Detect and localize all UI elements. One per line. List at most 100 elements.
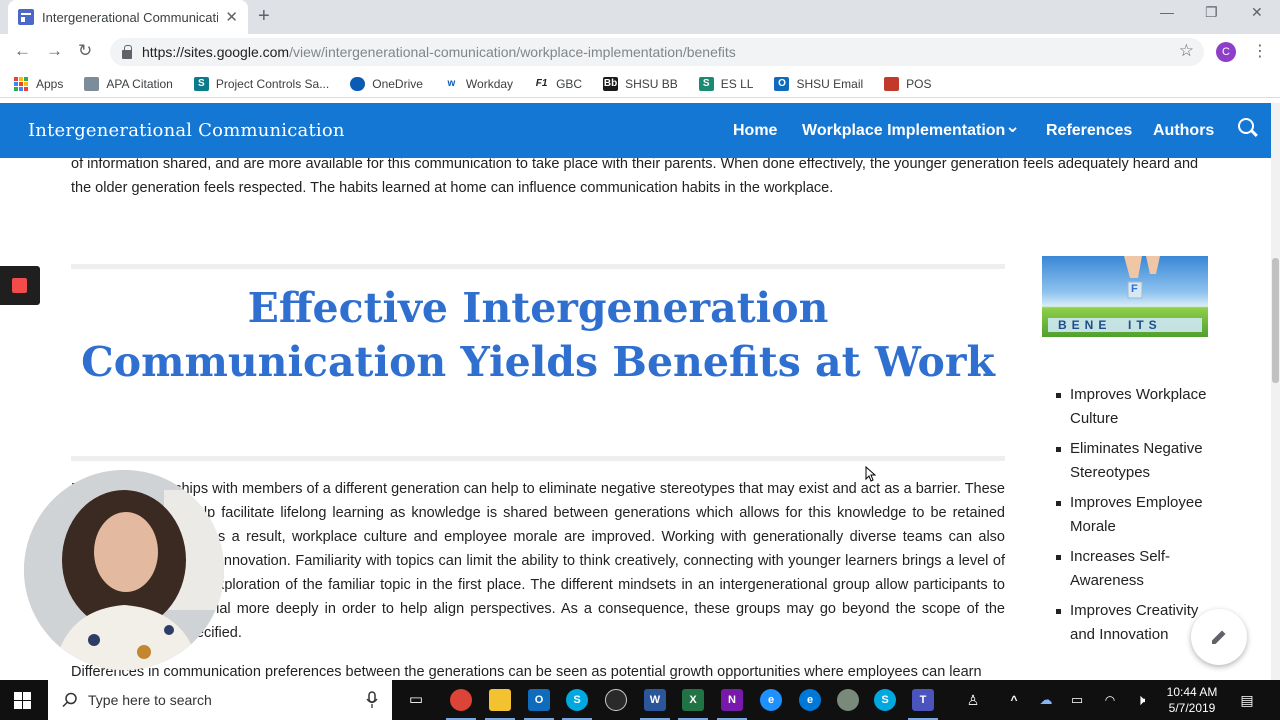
section-heading: Effective Intergeneration Communication … [81, 284, 995, 386]
bookmark-pos[interactable]: POS [884, 76, 932, 91]
wifi-icon[interactable]: ◠ [1099, 689, 1121, 711]
windows-taskbar: Type here to search ▭ O S W X N e e S T … [0, 680, 1280, 720]
bookmarks-bar: Apps APA Citation S Project Controls Sa.… [0, 70, 1280, 98]
restore-icon[interactable]: ❐ [1205, 4, 1218, 21]
taskbar-search-box[interactable]: Type here to search [48, 680, 392, 720]
google-sites-favicon-icon [18, 9, 34, 25]
nav-home[interactable]: Home [733, 122, 777, 140]
microphone-icon[interactable] [366, 691, 378, 709]
bookmark-apa-citation[interactable]: APA Citation [84, 76, 173, 91]
volume-icon[interactable]: 🕨 [1130, 689, 1152, 711]
apps-grid-icon [14, 76, 28, 91]
site-header: Intergenerational Communication Home Wor… [0, 103, 1271, 158]
onedrive-tray-icon[interactable]: ☁ [1035, 689, 1057, 711]
onenote-icon[interactable]: N [721, 689, 743, 711]
clock-date: 5/7/2019 [1168, 701, 1216, 715]
bookmark-shsu-bb[interactable]: Bb SHSU BB [603, 76, 678, 91]
bookmark-shsu-email[interactable]: O SHSU Email [774, 76, 864, 91]
clock-time: 10:44 AM [1166, 685, 1218, 699]
nav-workplace-implementation[interactable]: Workplace Implementation [802, 122, 1005, 140]
pencil-icon [1212, 630, 1226, 644]
bookmark-es-ll[interactable]: S ES LL [698, 76, 754, 91]
list-item: Improves Workplace Culture [1056, 383, 1210, 431]
excel-icon[interactable]: X [682, 689, 704, 711]
skype-icon[interactable]: S [566, 689, 588, 711]
tab-strip: Intergenerational Communicatio ✕ + — ❐ ✕ [0, 0, 1280, 34]
onedrive-icon [350, 76, 366, 91]
close-window-icon[interactable]: ✕ [1251, 4, 1263, 21]
page-scrollbar[interactable] [1271, 103, 1280, 680]
minimize-icon[interactable]: — [1160, 4, 1174, 20]
network-app-icon[interactable] [837, 689, 859, 711]
new-tab-button[interactable]: + [258, 5, 270, 28]
benefits-image-letters: BENE ITS [1058, 318, 1162, 332]
bookmark-label: POS [906, 76, 932, 91]
outlook-icon[interactable]: O [528, 689, 550, 711]
browser-toolbar: ← → ↻ https://sites.google.com/view/inte… [0, 34, 1280, 70]
list-item: Improves Employee Morale [1056, 491, 1210, 539]
outlook-icon: O [774, 76, 790, 91]
search-icon [62, 692, 77, 708]
list-item: Improves Creativity and Innovation [1056, 599, 1210, 647]
bookmark-workday[interactable]: w Workday [443, 76, 513, 91]
blackboard-icon: Bb [603, 76, 619, 91]
task-view-icon[interactable]: ▭ [405, 689, 427, 711]
benefits-image-letter: F [1131, 283, 1138, 295]
internet-explorer-icon[interactable]: e [760, 689, 782, 711]
file-explorer-icon[interactable] [489, 689, 511, 711]
bookmark-label: SHSU Email [796, 76, 864, 91]
benefits-list: Improves Workplace Culture Eliminates Ne… [1056, 383, 1210, 653]
bookmark-apps[interactable]: Apps [14, 76, 63, 91]
intro-paragraph: of information shared, and are more avai… [71, 158, 1199, 196]
close-tab-icon[interactable]: ✕ [225, 8, 238, 26]
body-paragraph: Differences in communication preferences… [71, 664, 982, 680]
chrome-icon[interactable] [450, 689, 472, 711]
back-icon[interactable]: ← [14, 41, 31, 61]
bookmark-project-controls[interactable]: S Project Controls Sa... [193, 76, 329, 91]
workday-icon: w [443, 76, 459, 91]
battery-icon[interactable]: ▭ [1066, 689, 1088, 711]
word-icon[interactable]: W [644, 689, 666, 711]
menu-kebab-icon[interactable]: ⋮ [1252, 41, 1268, 61]
show-hidden-icons-icon[interactable]: ^ [1003, 689, 1025, 711]
es-icon: S [698, 76, 714, 91]
reload-icon[interactable]: ↻ [78, 41, 92, 61]
edge-icon[interactable]: e [799, 689, 821, 711]
xbox-icon[interactable] [605, 689, 627, 711]
action-center-icon[interactable]: ▤ [1236, 689, 1258, 711]
address-bar[interactable]: https://sites.google.com/view/intergener… [110, 38, 1204, 66]
divider [71, 456, 1005, 461]
bookmark-label: ES LL [720, 76, 754, 91]
scrollbar-thumb[interactable] [1272, 258, 1279, 383]
windows-start-icon[interactable] [14, 692, 31, 709]
bookmark-label: APA Citation [106, 76, 173, 91]
list-item: Increases Self-Awareness [1056, 545, 1210, 593]
profile-avatar[interactable]: C [1216, 42, 1236, 62]
site-title[interactable]: Intergenerational Communication [28, 120, 345, 141]
people-icon[interactable]: ♙ [962, 689, 984, 711]
edit-pencil-button[interactable] [1191, 609, 1247, 665]
nav-authors[interactable]: Authors [1153, 122, 1214, 140]
nav-references[interactable]: References [1046, 122, 1132, 140]
chevron-down-icon[interactable]: ⌄ [1005, 116, 1020, 137]
skype-business-icon[interactable]: S [874, 689, 896, 711]
bookmark-onedrive[interactable]: OneDrive [350, 76, 423, 91]
apa-icon [84, 76, 100, 91]
sharepoint-icon: S [193, 76, 209, 91]
bookmark-gbc[interactable]: F1 GBC [534, 76, 583, 91]
record-stop-button[interactable] [0, 266, 40, 305]
teams-icon[interactable]: T [912, 689, 934, 711]
benefits-image: F BENE ITS [1042, 256, 1208, 337]
browser-tab[interactable]: Intergenerational Communicatio ✕ [8, 0, 248, 34]
taskbar-clock[interactable]: 10:44 AM 5/7/2019 [1162, 684, 1222, 716]
bookmark-label: GBC [556, 76, 583, 91]
url-path: /view/intergenerational-comunication/wor… [289, 44, 736, 60]
forward-icon[interactable]: → [46, 41, 63, 61]
search-icon[interactable] [1238, 118, 1254, 134]
bookmark-label: OneDrive [372, 76, 423, 91]
tab-title: Intergenerational Communicatio [42, 9, 218, 25]
bookmark-label: SHSU BB [625, 76, 678, 91]
lock-icon [122, 44, 132, 59]
list-item: Eliminates Negative Stereotypes [1056, 437, 1210, 485]
bookmark-star-icon[interactable]: ☆ [1179, 41, 1194, 61]
